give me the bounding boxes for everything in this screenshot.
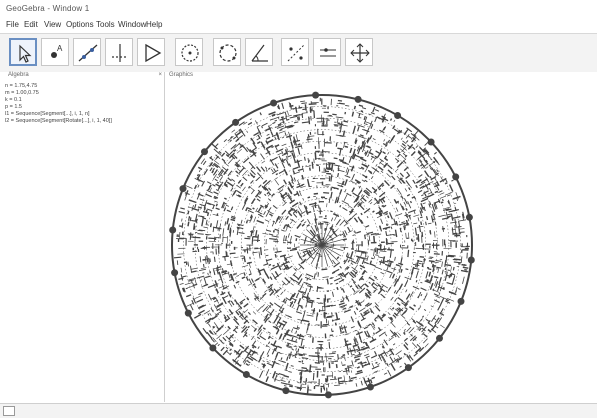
graphics-view[interactable]: Graphics — [165, 72, 597, 402]
circle-icon — [176, 39, 204, 67]
algebra-line[interactable]: k = 0.1 — [5, 97, 22, 103]
input-field[interactable] — [3, 406, 15, 416]
algebra-line[interactable]: p = 1.5 — [5, 104, 22, 110]
reflect-icon — [282, 39, 310, 67]
menu-view[interactable]: View — [44, 20, 61, 29]
menu-help[interactable]: Help — [146, 20, 162, 29]
circle-tool-button[interactable] — [175, 38, 203, 66]
menu-file[interactable]: File — [6, 20, 19, 29]
line-tool-button[interactable] — [73, 38, 101, 66]
move-graphics-tool-button[interactable] — [345, 38, 373, 66]
algebra-line[interactable]: l1 = Sequence[Segment[...], i, 1, n] — [5, 111, 90, 117]
polygon-tool-button[interactable] — [137, 38, 165, 66]
algebra-title: Algebra — [8, 72, 29, 78]
circle-pattern-figure[interactable] — [165, 72, 597, 402]
slider-tool-button[interactable] — [313, 38, 341, 66]
toolbar: A — [0, 33, 597, 73]
reflect-tool-button[interactable] — [281, 38, 309, 66]
circle-dashed-icon — [214, 39, 242, 67]
point-tool-button[interactable]: A — [41, 38, 69, 66]
title-bar: GeoGebra - Window 1 — [0, 0, 597, 18]
menu-options[interactable]: Options — [66, 20, 94, 29]
perpendicular-icon — [106, 39, 134, 67]
arrow-icon — [11, 40, 39, 68]
menu-edit[interactable]: Edit — [24, 20, 38, 29]
algebra-view: Algebra × n = 1.75,4.75 m = 1.00,0.75 k … — [0, 72, 165, 402]
perpendicular-tool-button[interactable] — [105, 38, 133, 66]
polygon-icon — [138, 39, 166, 67]
move-view-icon — [346, 39, 374, 67]
menu-tools[interactable]: Tools — [96, 20, 115, 29]
close-icon[interactable]: × — [158, 72, 162, 78]
menu-window[interactable]: Window — [118, 20, 146, 29]
angle-icon — [246, 39, 274, 67]
algebra-header: Algebra × — [0, 72, 164, 80]
input-bar — [0, 403, 597, 418]
window-title: GeoGebra - Window 1 — [6, 4, 89, 13]
algebra-line[interactable]: m = 1.00,0.75 — [5, 90, 39, 96]
move-tool-button[interactable] — [9, 38, 37, 66]
menu-bar: File Edit View Options Tools Window Help — [0, 18, 597, 32]
algebra-line[interactable]: l2 = Sequence[Segment[Rotate[...], i, 1,… — [5, 118, 112, 124]
point-icon: A — [42, 39, 70, 67]
line-icon — [74, 39, 102, 67]
slider-icon — [314, 39, 342, 67]
algebra-line[interactable]: n = 1.75,4.75 — [5, 83, 37, 89]
svg-text:A: A — [57, 44, 63, 53]
angle-tool-button[interactable] — [245, 38, 273, 66]
circle-three-points-tool-button[interactable] — [213, 38, 241, 66]
